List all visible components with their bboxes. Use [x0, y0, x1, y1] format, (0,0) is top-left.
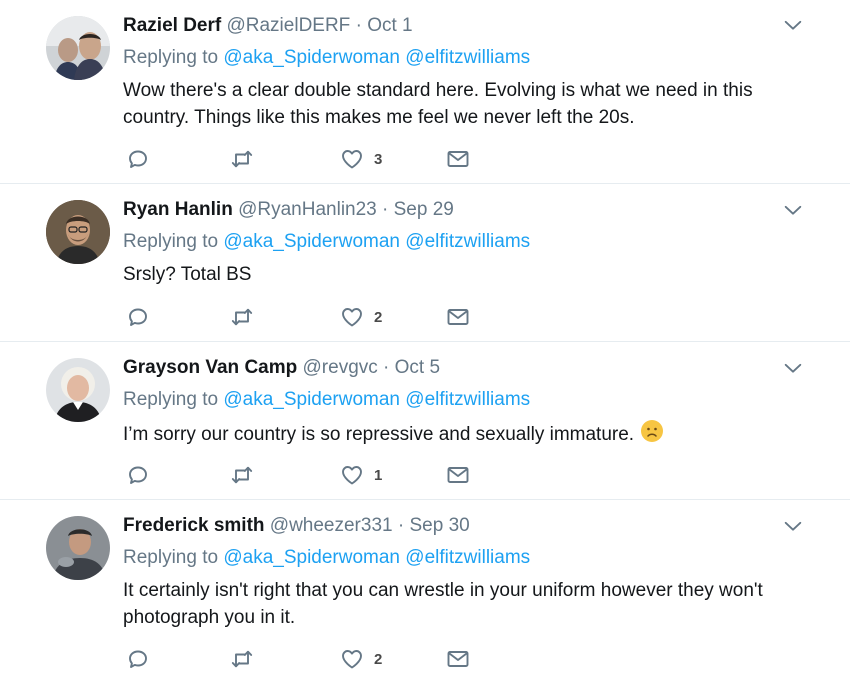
reply-icon: [126, 647, 150, 671]
tweet-text-container: I’m sorry our country is so repressive a…: [123, 419, 780, 451]
tweet-text: Wow there's a clear double standard here…: [123, 80, 753, 128]
tweet[interactable]: Frederick smith @wheezer331 · Sep 30 Rep…: [0, 500, 850, 680]
replying-to-label: Replying to: [123, 547, 219, 568]
tweet[interactable]: Raziel Derf @RazielDERF · Oct 1 Replying…: [0, 0, 850, 184]
direct-message-button[interactable]: [446, 647, 470, 671]
like-button[interactable]: 2: [340, 305, 382, 329]
tweet[interactable]: Grayson Van Camp @revgvc · Oct 5 Replyin…: [0, 342, 850, 500]
mention-link[interactable]: @aka_Spiderwoman: [223, 547, 400, 568]
tweet-actions: 3: [126, 147, 486, 171]
retweet-button[interactable]: [230, 463, 254, 487]
retweet-icon: [230, 463, 254, 487]
retweet-icon: [230, 305, 254, 329]
retweet-icon: [230, 647, 254, 671]
tweet-text: It certainly isn't right that you can wr…: [123, 580, 763, 628]
mention-link[interactable]: @aka_Spiderwoman: [223, 231, 400, 252]
reply-button[interactable]: [126, 305, 150, 329]
mention-link[interactable]: @aka_Spiderwoman: [223, 47, 400, 68]
chevron-down-icon[interactable]: [782, 199, 804, 221]
reply-icon: [126, 305, 150, 329]
tweet-actions: 2: [126, 647, 486, 671]
separator-dot: ·: [383, 357, 390, 378]
author-handle[interactable]: @wheezer331: [270, 515, 393, 536]
envelope-icon: [446, 305, 470, 329]
envelope-icon: [446, 463, 470, 487]
reply-button[interactable]: [126, 647, 150, 671]
like-button[interactable]: 2: [340, 647, 382, 671]
separator-dot: ·: [382, 199, 389, 220]
envelope-icon: [446, 147, 470, 171]
like-button[interactable]: 1: [340, 463, 382, 487]
like-count: 2: [374, 650, 383, 668]
tweet-feed: Raziel Derf @RazielDERF · Oct 1 Replying…: [0, 0, 850, 680]
avatar[interactable]: [46, 16, 110, 80]
replying-to-label: Replying to: [123, 47, 219, 68]
author-name[interactable]: Frederick smith: [123, 515, 265, 536]
replying-to-label: Replying to: [123, 231, 219, 252]
tweet-header: Frederick smith @wheezer331 · Sep 30: [123, 513, 780, 539]
tweet-timestamp[interactable]: Oct 1: [367, 15, 412, 36]
tweet-actions: 2: [126, 305, 486, 329]
reply-button[interactable]: [126, 147, 150, 171]
heart-icon: [340, 147, 364, 171]
tweet-text: Srsly? Total BS: [123, 264, 252, 285]
like-count: 3: [374, 150, 383, 168]
replying-to-label: Replying to: [123, 389, 219, 410]
author-name[interactable]: Ryan Hanlin: [123, 199, 233, 220]
tweet-timestamp[interactable]: Oct 5: [395, 357, 440, 378]
replying-to: Replying to @aka_Spiderwoman @elfitzwill…: [123, 387, 780, 413]
separator-dot: ·: [355, 15, 362, 36]
replying-to: Replying to @aka_Spiderwoman @elfitzwill…: [123, 45, 780, 71]
avatar[interactable]: [46, 516, 110, 580]
tweet-header: Raziel Derf @RazielDERF · Oct 1: [123, 13, 780, 39]
avatar[interactable]: [46, 358, 110, 422]
reply-icon: [126, 147, 150, 171]
tweet-actions: 1: [126, 463, 486, 487]
chevron-down-icon[interactable]: [782, 14, 804, 36]
retweet-icon: [230, 147, 254, 171]
retweet-button[interactable]: [230, 647, 254, 671]
replying-to: Replying to @aka_Spiderwoman @elfitzwill…: [123, 229, 780, 255]
like-button[interactable]: 3: [340, 147, 382, 171]
tweet-header: Ryan Hanlin @RyanHanlin23 · Sep 29: [123, 197, 780, 223]
author-name[interactable]: Grayson Van Camp: [123, 357, 297, 378]
tweet-timestamp[interactable]: Sep 30: [409, 515, 469, 536]
tweet[interactable]: Ryan Hanlin @RyanHanlin23 · Sep 29 Reply…: [0, 184, 850, 342]
reply-icon: [126, 463, 150, 487]
heart-icon: [340, 305, 364, 329]
reply-button[interactable]: [126, 463, 150, 487]
author-handle[interactable]: @RazielDERF: [226, 15, 350, 36]
retweet-button[interactable]: [230, 305, 254, 329]
tweet-header: Grayson Van Camp @revgvc · Oct 5: [123, 355, 780, 381]
envelope-icon: [446, 647, 470, 671]
mention-link[interactable]: @elfitzwilliams: [405, 547, 530, 568]
heart-icon: [340, 463, 364, 487]
mention-link[interactable]: @elfitzwilliams: [405, 47, 530, 68]
tweet-timestamp[interactable]: Sep 29: [394, 199, 454, 220]
chevron-down-icon[interactable]: [782, 357, 804, 379]
retweet-button[interactable]: [230, 147, 254, 171]
like-count: 2: [374, 308, 383, 326]
mention-link[interactable]: @elfitzwilliams: [405, 389, 530, 410]
tweet-text: I’m sorry our country is so repressive a…: [123, 424, 635, 445]
direct-message-button[interactable]: [446, 147, 470, 171]
avatar[interactable]: [46, 200, 110, 264]
author-handle[interactable]: @revgvc: [303, 357, 378, 378]
direct-message-button[interactable]: [446, 463, 470, 487]
author-handle[interactable]: @RyanHanlin23: [238, 199, 377, 220]
author-name[interactable]: Raziel Derf: [123, 15, 221, 36]
heart-icon: [340, 647, 364, 671]
like-count: 1: [374, 466, 383, 484]
mention-link[interactable]: @aka_Spiderwoman: [223, 389, 400, 410]
replying-to: Replying to @aka_Spiderwoman @elfitzwill…: [123, 545, 780, 571]
separator-dot: ·: [397, 515, 405, 536]
direct-message-button[interactable]: [446, 305, 470, 329]
mention-link[interactable]: @elfitzwilliams: [405, 231, 530, 252]
frowning-face-emoji-icon: [640, 419, 664, 451]
chevron-down-icon[interactable]: [782, 515, 804, 537]
